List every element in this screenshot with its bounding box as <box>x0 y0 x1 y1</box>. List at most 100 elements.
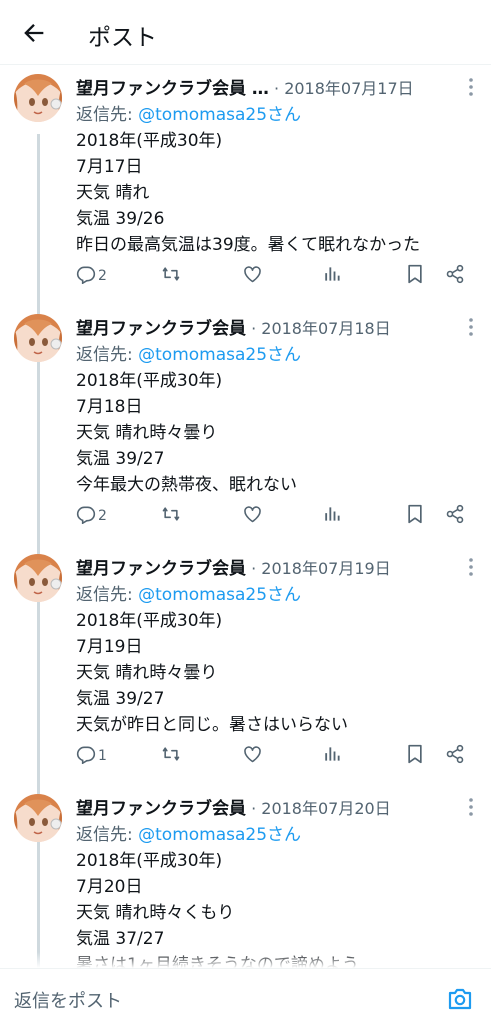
views-icon <box>322 744 342 768</box>
reply-handle-link[interactable]: @tomomasa25さん <box>138 105 301 125</box>
post-text-line: 2018年(平成30年) <box>76 851 223 871</box>
reply-input[interactable]: 返信をポスト <box>14 987 122 1013</box>
repost-button[interactable] <box>160 744 182 768</box>
top-bar: ポスト <box>0 0 491 65</box>
post-header: 望月ファンクラブ会員 · 2018年07月20日 <box>76 794 479 819</box>
reply-icon <box>76 504 96 528</box>
bookmark-button[interactable] <box>406 744 424 768</box>
repost-button[interactable] <box>160 504 182 528</box>
reply-button[interactable]: 2 <box>76 504 107 528</box>
reply-prefix: 返信先: <box>76 105 139 125</box>
repost-icon <box>160 744 182 768</box>
reply-to-label: 返信先: @tomomasa25さん <box>76 820 301 845</box>
reply-composer: 返信をポスト <box>0 968 491 1025</box>
share-button[interactable] <box>445 504 465 528</box>
post[interactable]: 望月ファンクラブ会員 · 2018年07月18日 返信先: @tomomasa2… <box>0 304 491 544</box>
post-text-line: 7月19日 <box>76 637 143 657</box>
reply-button[interactable]: 2 <box>76 264 107 288</box>
like-button[interactable] <box>242 264 263 288</box>
post-text-line: 天気 晴れ時々くもり <box>76 903 235 923</box>
camera-icon[interactable] <box>447 987 473 1011</box>
post-text: 2018年(平成30年) 7月18日 天気 晴れ時々曇り 気温 39/27 今年最大の熱… <box>76 368 297 498</box>
author-name[interactable]: 望月ファンクラブ会員 <box>76 799 246 819</box>
share-button[interactable] <box>445 264 465 288</box>
reply-count: 1 <box>98 748 107 764</box>
reply-count: 2 <box>98 508 107 524</box>
post[interactable]: 望月ファンクラブ会員 · 2018年07月19日 返信先: @tomomasa2… <box>0 544 491 784</box>
reply-to-label: 返信先: @tomomasa25さん <box>76 340 301 365</box>
avatar[interactable] <box>14 74 62 122</box>
like-button[interactable] <box>242 504 263 528</box>
back-arrow-icon[interactable] <box>20 19 48 47</box>
repost-button[interactable] <box>160 264 182 288</box>
page-title: ポスト <box>88 25 157 51</box>
more-options-icon[interactable] <box>469 78 473 96</box>
views-icon <box>322 504 342 528</box>
like-button[interactable] <box>242 744 263 768</box>
avatar[interactable] <box>14 554 62 602</box>
share-icon <box>445 744 465 768</box>
bookmark-icon <box>406 744 424 768</box>
share-icon <box>445 504 465 528</box>
post-text-line: 気温 37/27 <box>76 929 165 949</box>
post-text-line: 気温 39/27 <box>76 689 165 709</box>
share-button[interactable] <box>445 744 465 768</box>
views-button[interactable] <box>322 744 342 768</box>
post-text-line: 今年最大の熱帯夜、眠れない <box>76 475 297 495</box>
action-bar: 2 <box>76 264 472 288</box>
more-options-icon[interactable] <box>469 558 473 576</box>
post-text-line: 天気 晴れ時々曇り <box>76 423 218 443</box>
post[interactable]: 望月ファンクラブ会員 … · 2018年07月17日 返信先: @tomomas… <box>0 64 491 304</box>
post-text-line: 2018年(平成30年) <box>76 611 223 631</box>
bookmark-icon <box>406 504 424 528</box>
reply-handle-link[interactable]: @tomomasa25さん <box>138 585 301 605</box>
author-name[interactable]: 望月ファンクラブ会員 <box>76 319 246 339</box>
heart-icon <box>242 744 263 768</box>
post-date[interactable]: 2018年07月20日 <box>261 799 390 818</box>
post-text-line: 7月20日 <box>76 877 143 897</box>
share-icon <box>445 264 465 288</box>
post-header: 望月ファンクラブ会員 · 2018年07月19日 <box>76 554 479 579</box>
reply-prefix: 返信先: <box>76 345 139 365</box>
views-button[interactable] <box>322 264 342 288</box>
repost-icon <box>160 504 182 528</box>
bookmark-button[interactable] <box>406 504 424 528</box>
post-date[interactable]: 2018年07月19日 <box>261 559 390 578</box>
reply-handle-link[interactable]: @tomomasa25さん <box>138 345 301 365</box>
separator-dot: · <box>246 559 262 578</box>
scroll-fade <box>0 952 491 968</box>
post-text-line: 2018年(平成30年) <box>76 131 223 151</box>
author-name[interactable]: 望月ファンクラブ会員 … <box>76 79 269 99</box>
views-icon <box>322 264 342 288</box>
avatar[interactable] <box>14 794 62 842</box>
reply-count: 2 <box>98 268 107 284</box>
more-options-icon[interactable] <box>469 798 473 816</box>
repost-icon <box>160 264 182 288</box>
reply-to-label: 返信先: @tomomasa25さん <box>76 100 301 125</box>
more-options-icon[interactable] <box>469 318 473 336</box>
post-text-line: 気温 39/27 <box>76 449 165 469</box>
post-date[interactable]: 2018年07月18日 <box>261 319 390 338</box>
separator-dot: · <box>246 799 262 818</box>
heart-icon <box>242 264 263 288</box>
action-bar: 1 <box>76 744 472 768</box>
action-bar: 2 <box>76 504 472 528</box>
bookmark-button[interactable] <box>406 264 424 288</box>
reply-icon <box>76 744 96 768</box>
separator-dot: · <box>246 319 262 338</box>
avatar[interactable] <box>14 314 62 362</box>
post-text-line: 2018年(平成30年) <box>76 371 223 391</box>
reply-to-label: 返信先: @tomomasa25さん <box>76 580 301 605</box>
views-button[interactable] <box>322 504 342 528</box>
post-text-line: 7月17日 <box>76 157 143 177</box>
author-name[interactable]: 望月ファンクラブ会員 <box>76 559 246 579</box>
post-text: 2018年(平成30年) 7月19日 天気 晴れ時々曇り 気温 39/27 天気が昨日と… <box>76 608 348 738</box>
heart-icon <box>242 504 263 528</box>
separator-dot: · <box>268 79 285 98</box>
post-header: 望月ファンクラブ会員 · 2018年07月18日 <box>76 314 479 339</box>
reply-icon <box>76 264 96 288</box>
post-text-line: 天気 晴れ <box>76 183 150 203</box>
reply-handle-link[interactable]: @tomomasa25さん <box>138 825 301 845</box>
reply-button[interactable]: 1 <box>76 744 107 768</box>
post-date[interactable]: 2018年07月17日 <box>284 79 413 98</box>
